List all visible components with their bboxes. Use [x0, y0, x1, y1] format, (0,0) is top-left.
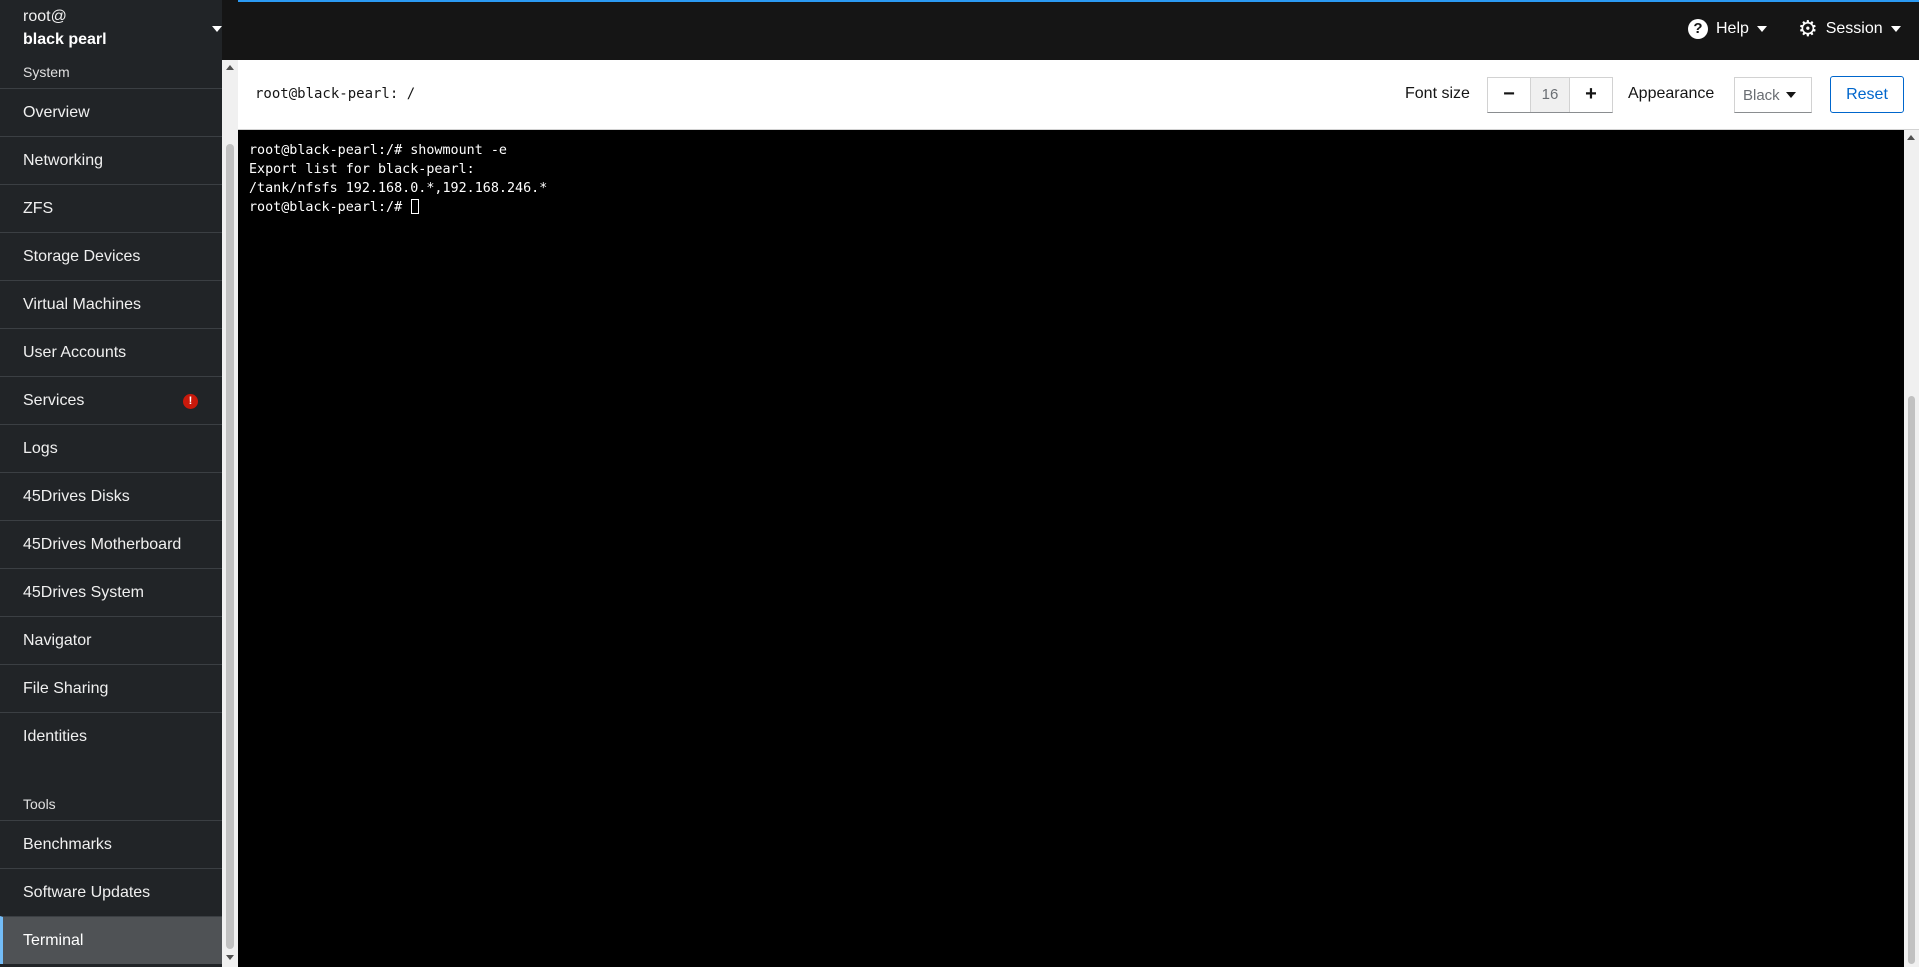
sidebar-item-zfs[interactable]: ZFS — [0, 184, 222, 232]
sidebar-item-label: ZFS — [23, 199, 54, 217]
sidebar-item-label: Navigator — [23, 631, 92, 649]
terminal-title: root@black-pearl: / — [255, 86, 416, 102]
sidebar-item-label: 45Drives System — [23, 583, 144, 601]
sidebar-item-label: Overview — [23, 103, 90, 121]
sidebar-item-terminal[interactable]: Terminal — [0, 916, 222, 964]
sidebar-item-label: Software Updates — [23, 883, 151, 901]
sidebar-item-label: Storage Devices — [23, 247, 141, 265]
sidebar-item-virtual-machines[interactable]: Virtual Machines — [0, 280, 222, 328]
terminal-scrollbar-thumb[interactable] — [1908, 396, 1915, 964]
reset-button[interactable]: Reset — [1830, 76, 1904, 113]
terminal-prompt-line: root@black-pearl:/# — [249, 198, 1904, 217]
sidebar-item-overview[interactable]: Overview — [0, 88, 222, 136]
sidebar-item-label: 45Drives Disks — [23, 487, 130, 505]
sidebar-item-software-updates[interactable]: Software Updates — [0, 868, 222, 916]
appearance-select[interactable]: Black — [1734, 77, 1812, 113]
host-user: root@ — [23, 8, 67, 25]
session-label: Session — [1825, 20, 1883, 37]
terminal-line: root@black-pearl:/# showmount -e — [249, 143, 507, 158]
sidebar-item-identities[interactable]: Identities — [0, 712, 222, 760]
scroll-down-arrow-icon[interactable] — [226, 955, 234, 960]
sidebar-item-45drives-motherboard[interactable]: 45Drives Motherboard — [0, 520, 222, 568]
sidebar-scrollbar-thumb[interactable] — [226, 144, 234, 949]
chevron-down-icon — [1890, 26, 1901, 32]
appearance-value: Black — [1743, 86, 1780, 104]
sidebar-item-label: Services — [23, 391, 85, 409]
sidebar-item-45drives-disks[interactable]: 45Drives Disks — [0, 472, 222, 520]
font-size-stepper: − 16 + — [1487, 77, 1613, 113]
sidebar-item-logs[interactable]: Logs — [0, 424, 222, 472]
sidebar-item-label: File Sharing — [23, 679, 109, 697]
sidebar-item-navigator[interactable]: Navigator — [0, 616, 222, 664]
sidebar-item-label: Benchmarks — [23, 835, 112, 853]
nav-section-tools: Tools — [23, 796, 56, 812]
sidebar-item-label: Identities — [23, 727, 88, 745]
sidebar: root@ black pearl System Overview Networ… — [0, 0, 222, 967]
scroll-up-arrow-icon[interactable] — [226, 65, 234, 70]
sidebar-item-45drives-system[interactable]: 45Drives System — [0, 568, 222, 616]
font-size-value[interactable]: 16 — [1530, 78, 1570, 112]
masthead: ? Help ⚙ Session — [238, 0, 1919, 60]
sidebar-item-file-sharing[interactable]: File Sharing — [0, 664, 222, 712]
sidebar-item-label: Networking — [23, 151, 104, 169]
caret-down-icon — [1785, 92, 1796, 98]
gear-icon: ⚙ — [1798, 16, 1818, 41]
question-circle-icon: ? — [1688, 19, 1708, 39]
sidebar-item-label: Virtual Machines — [23, 295, 141, 313]
host-switcher[interactable]: root@ black pearl — [0, 0, 222, 60]
sidebar-item-networking[interactable]: Networking — [0, 136, 222, 184]
terminal-line: Export list for black-pearl: — [249, 162, 475, 177]
sidebar-item-label: Terminal — [23, 931, 84, 949]
alert-icon: ! — [183, 394, 198, 409]
sidebar-item-label: User Accounts — [23, 343, 127, 361]
nav-scroll-area[interactable]: System Overview Networking ZFS Storage D… — [0, 60, 222, 967]
terminal-screen[interactable]: root@black-pearl:/# showmount -e Export … — [238, 130, 1904, 967]
terminal-scrollbar[interactable] — [1904, 130, 1919, 967]
sidebar-item-benchmarks[interactable]: Benchmarks — [0, 820, 222, 868]
font-size-label: Font size — [1405, 85, 1470, 102]
sidebar-item-storage-devices[interactable]: Storage Devices — [0, 232, 222, 280]
appearance-label: Appearance — [1628, 85, 1715, 102]
font-size-decrease-button[interactable]: − — [1488, 78, 1530, 112]
host-name: black pearl — [23, 31, 107, 48]
terminal-cursor — [411, 199, 420, 214]
sidebar-item-label: Logs — [23, 439, 58, 457]
session-menu-button[interactable]: ⚙ Session — [1798, 16, 1901, 41]
sidebar-item-services[interactable]: Services ! — [0, 376, 222, 424]
sidebar-item-label: 45Drives Motherboard — [23, 535, 182, 553]
sidebar-item-user-accounts[interactable]: User Accounts — [0, 328, 222, 376]
terminal-toolbar: root@black-pearl: / Font size − 16 + App… — [238, 60, 1919, 130]
scroll-up-arrow-icon[interactable] — [1907, 135, 1915, 140]
chevron-down-icon — [1756, 26, 1767, 32]
help-menu-button[interactable]: ? Help — [1688, 19, 1767, 39]
nav-section-system: System — [23, 64, 70, 80]
terminal-line: /tank/nfsfs 192.168.0.*,192.168.246.* — [249, 181, 548, 196]
help-label: Help — [1716, 20, 1749, 37]
terminal-prompt: root@black-pearl:/# — [249, 200, 411, 215]
chevron-down-icon — [212, 26, 222, 32]
sidebar-scrollbar[interactable] — [222, 60, 238, 967]
font-size-increase-button[interactable]: + — [1570, 78, 1612, 112]
